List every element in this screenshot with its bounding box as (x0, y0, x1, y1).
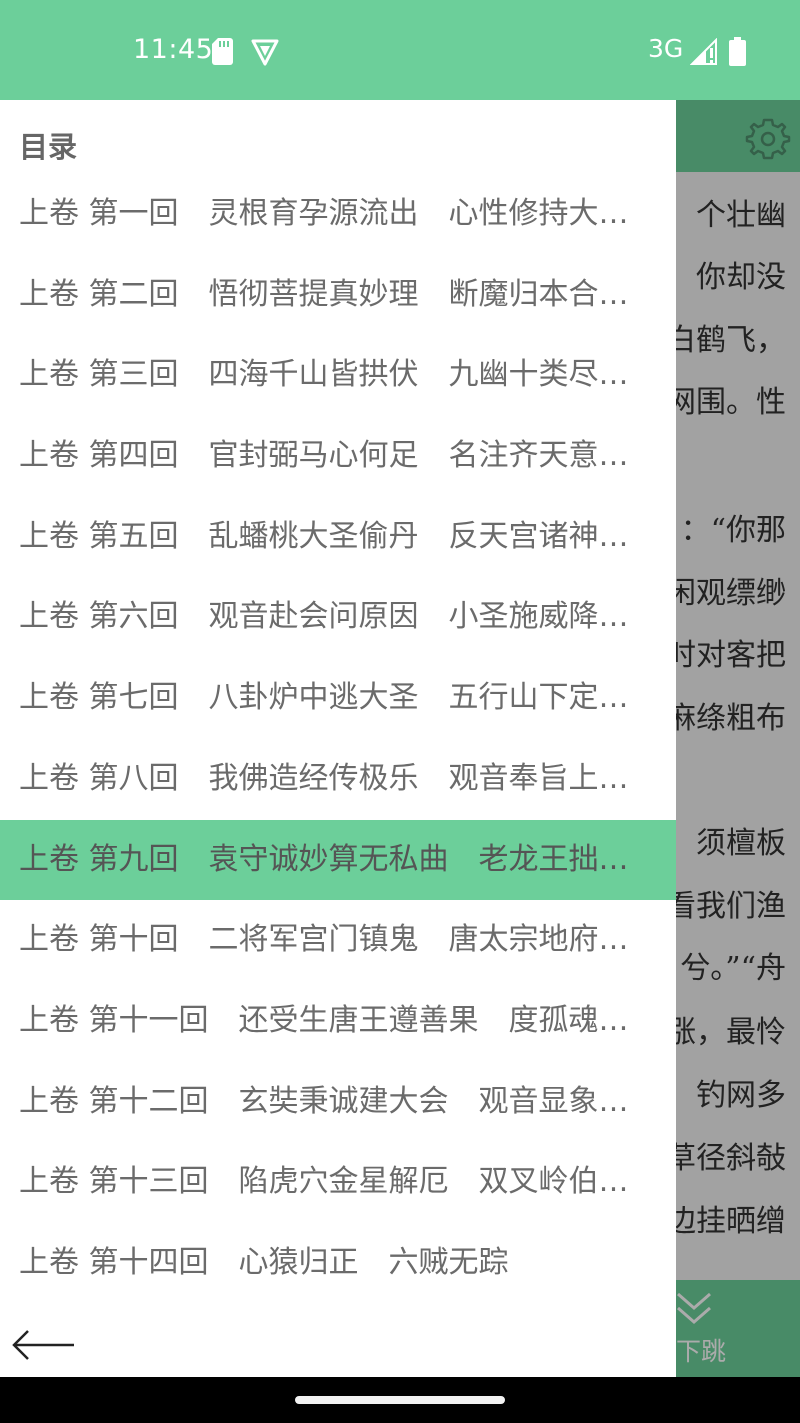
status-time: 11:45 (133, 34, 214, 65)
back-arrow-icon[interactable] (10, 1324, 76, 1366)
home-gesture-pill[interactable] (295, 1396, 505, 1404)
chapter-item[interactable]: 上卷 第十四回 心猿归正 六贼无踪 (0, 1223, 676, 1304)
toc-drawer: 目录 上卷 第一回 灵根育孕源流出 心性修持大道生 上卷 第二回 悟彻菩提真妙理… (0, 100, 676, 1377)
chapter-item[interactable]: 上卷 第十二回 玄奘秉诚建大会 观音显象化金蝉 (0, 1062, 676, 1143)
chapter-item[interactable]: 上卷 第十三回 陷虎穴金星解厄 双叉岭伯钦留僧 (0, 1142, 676, 1223)
chapter-item[interactable]: 上卷 第五回 乱蟠桃大圣偷丹 反天宫诸神捉怪 (0, 497, 676, 578)
chapter-item[interactable]: 上卷 第八回 我佛造经传极乐 观音奉旨上长安 (0, 739, 676, 820)
system-nav-bar (0, 1377, 800, 1423)
signal-icon (690, 38, 717, 65)
chapter-item[interactable]: 上卷 第二回 悟彻菩提真妙理 断魔归本合元神 (0, 255, 676, 336)
chapter-list: 上卷 第一回 灵根育孕源流出 心性修持大道生 上卷 第二回 悟彻菩提真妙理 断魔… (0, 174, 676, 1304)
chapter-item[interactable]: 上卷 第四回 官封弼马心何足 名注齐天意未宁 (0, 416, 676, 497)
chapter-item[interactable]: 上卷 第六回 观音赴会问原因 小圣施威降大圣 (0, 577, 676, 658)
chapter-item[interactable]: 上卷 第七回 八卦炉中逃大圣 五行山下定心猿 (0, 658, 676, 739)
vpn-shield-icon (251, 39, 279, 66)
battery-icon (729, 37, 746, 66)
sd-card-icon (212, 38, 233, 65)
chapter-item[interactable]: 上卷 第十回 二将军宫门镇鬼 唐太宗地府还魂 (0, 900, 676, 981)
network-type: 3G (648, 34, 684, 63)
chapter-item[interactable]: 上卷 第一回 灵根育孕源流出 心性修持大道生 (0, 174, 676, 255)
chapter-item[interactable]: 上卷 第十一回 还受生唐王遵善果 度孤魂萧瑀正空门 (0, 981, 676, 1062)
chapter-item[interactable]: 上卷 第三回 四海千山皆拱伏 九幽十类尽除名 (0, 335, 676, 416)
toc-title: 目录 (19, 130, 78, 164)
chapter-item-current[interactable]: 上卷 第九回 袁守诚妙算无私曲 老龙王拙计犯天条 (0, 819, 676, 901)
status-bar: 11:45 3G (0, 0, 800, 100)
